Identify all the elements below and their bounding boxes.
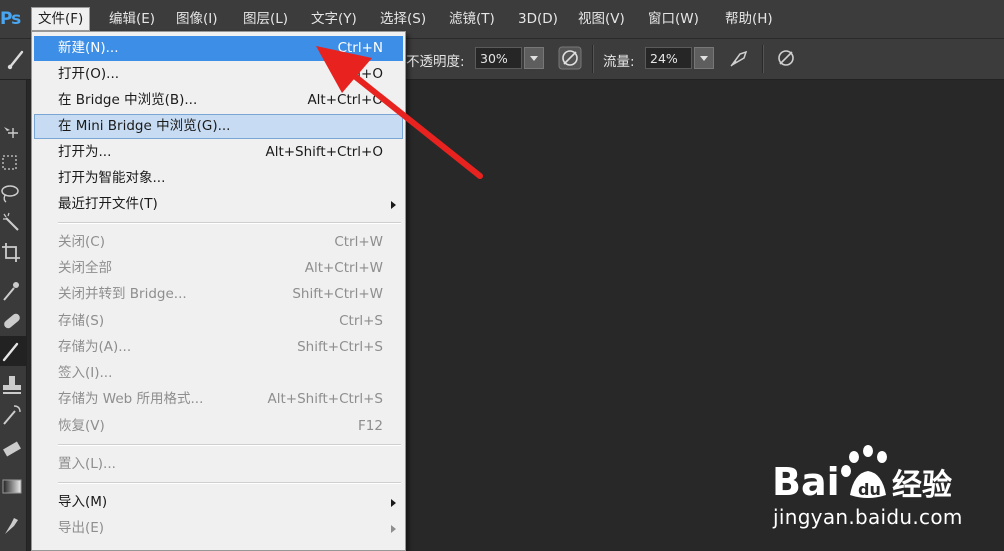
menu-item-new[interactable]: 新建(N)... Ctrl+N [34, 36, 403, 61]
magic-wand-icon[interactable] [0, 208, 26, 238]
submenu-arrow-icon [391, 201, 396, 209]
menu-window[interactable]: 窗口(W) [642, 7, 705, 31]
menu-select[interactable]: 选择(S) [374, 7, 432, 31]
menu-item-shortcut: Ctrl+W [334, 234, 383, 250]
options-separator [592, 45, 594, 73]
lasso-tool-icon[interactable] [0, 178, 26, 208]
menu-item-shortcut: Ctrl+S [339, 313, 383, 329]
menu-filter[interactable]: 滤镜(T) [443, 7, 501, 31]
airbrush-icon[interactable] [728, 46, 752, 70]
healing-brush-icon[interactable] [0, 306, 26, 336]
pressure-opacity-icon[interactable] [558, 46, 582, 70]
menu-item-label: 在 Mini Bridge 中浏览(G)... [58, 118, 231, 134]
file-menu-dropdown: 新建(N)... Ctrl+N 打开(O)... Ctrl+O 在 Bridge… [31, 31, 406, 551]
menu-item-label: 打开为... [58, 144, 112, 160]
eyedropper-icon[interactable] [0, 276, 26, 306]
menu-file[interactable]: 文件(F) [31, 7, 91, 31]
menu-item-shortcut: Alt+Shift+Ctrl+S [267, 391, 384, 407]
opacity-label: 不透明度: [406, 54, 465, 70]
menu-item-revert[interactable]: 恢复(V) F12 [34, 414, 403, 439]
smudge-tool-icon[interactable] [0, 510, 26, 540]
menu-3d[interactable]: 3D(D) [512, 7, 564, 31]
menu-item-browse-mini-bridge[interactable]: 在 Mini Bridge 中浏览(G)... [34, 114, 403, 139]
menu-item-shortcut: Alt+Ctrl+W [304, 260, 383, 276]
menu-item-label: 置入(L)... [58, 456, 116, 472]
menu-item-label: 导入(M) [58, 494, 108, 510]
menu-type[interactable]: 文字(Y) [305, 7, 363, 31]
menu-item-shortcut: Alt+Ctrl+O [307, 92, 383, 108]
menu-item-label: 在 Bridge 中浏览(B)... [58, 92, 198, 108]
menu-separator [58, 222, 401, 224]
menu-item-close[interactable]: 关闭(C) Ctrl+W [34, 230, 403, 255]
menu-item-place[interactable]: 置入(L)... [34, 452, 403, 477]
gradient-tool-icon[interactable] [0, 472, 26, 502]
menu-item-save[interactable]: 存储(S) Ctrl+S [34, 309, 403, 334]
flow-field[interactable]: 24% [645, 47, 692, 69]
options-separator [762, 45, 764, 73]
menu-item-label: 存储为(A)... [58, 339, 132, 355]
submenu-arrow-icon [391, 525, 396, 533]
flow-dropdown-button[interactable] [694, 47, 714, 69]
menu-item-shortcut: Ctrl+O [337, 66, 383, 82]
menu-edit[interactable]: 编辑(E) [103, 7, 161, 31]
menu-item-shortcut: F12 [358, 418, 383, 434]
menu-item-shortcut: Shift+Ctrl+W [292, 286, 383, 302]
menu-layer[interactable]: 图层(L) [237, 7, 294, 31]
menu-item-save-for-web[interactable]: 存储为 Web 所用格式... Alt+Shift+Ctrl+S [34, 387, 403, 412]
flow-label: 流量: [603, 54, 635, 70]
menu-item-label: 最近打开文件(T) [58, 196, 158, 212]
history-brush-icon[interactable] [0, 400, 26, 430]
svg-text:du: du [858, 480, 881, 499]
menu-item-label: 关闭(C) [58, 234, 105, 250]
menu-item-label: 新建(N)... [58, 40, 119, 56]
marquee-tool-icon[interactable] [0, 148, 26, 178]
menu-view[interactable]: 视图(V) [572, 7, 631, 31]
menu-item-label: 关闭全部 [58, 260, 112, 276]
watermark-url: jingyan.baidu.com [773, 505, 963, 529]
clone-stamp-icon[interactable] [0, 370, 26, 400]
menu-item-shortcut: Shift+Ctrl+S [297, 339, 383, 355]
menu-image[interactable]: 图像(I) [170, 7, 224, 31]
menu-help[interactable]: 帮助(H) [719, 7, 779, 31]
menu-item-close-go-bridge[interactable]: 关闭并转到 Bridge... Shift+Ctrl+W [34, 282, 403, 307]
submenu-arrow-icon [391, 499, 396, 507]
menu-item-check-in[interactable]: 签入(I)... [34, 361, 403, 386]
menu-separator [58, 482, 401, 484]
menu-item-label: 关闭并转到 Bridge... [58, 286, 187, 302]
menu-item-open-as[interactable]: 打开为... Alt+Shift+Ctrl+O [34, 140, 403, 165]
menu-item-label: 打开为智能对象... [58, 170, 166, 186]
opacity-field[interactable]: 30% [475, 47, 522, 69]
crop-tool-icon[interactable] [0, 238, 26, 268]
menu-item-label: 打开(O)... [58, 66, 120, 82]
menu-item-label: 签入(I)... [58, 365, 113, 381]
menu-item-close-all[interactable]: 关闭全部 Alt+Ctrl+W [34, 256, 403, 281]
svg-text:Bai: Bai [772, 460, 840, 504]
menu-item-shortcut: Alt+Shift+Ctrl+O [265, 144, 383, 160]
menu-item-label: 存储为 Web 所用格式... [58, 391, 204, 407]
menu-item-open-as-smart-object[interactable]: 打开为智能对象... [34, 166, 403, 191]
menu-separator [58, 444, 401, 446]
menu-item-recent-files[interactable]: 最近打开文件(T) [34, 192, 403, 217]
move-tool-icon[interactable] [0, 118, 26, 148]
menu-item-open[interactable]: 打开(O)... Ctrl+O [34, 62, 403, 87]
menu-item-browse-bridge[interactable]: 在 Bridge 中浏览(B)... Alt+Ctrl+O [34, 88, 403, 113]
menu-item-export[interactable]: 导出(E) [34, 516, 403, 541]
brush-tool-icon[interactable] [6, 47, 28, 71]
toolbox [0, 80, 27, 551]
svg-text:经验: 经验 [892, 468, 952, 503]
menu-item-shortcut: Ctrl+N [337, 40, 383, 56]
menu-item-save-as[interactable]: 存储为(A)... Shift+Ctrl+S [34, 335, 403, 360]
menu-item-label: 存储(S) [58, 313, 105, 329]
menu-item-import[interactable]: 导入(M) [34, 490, 403, 515]
menu-item-label: 导出(E) [58, 520, 105, 536]
photoshop-logo: Ps [0, 9, 21, 29]
eraser-icon[interactable] [0, 434, 26, 464]
opacity-dropdown-button[interactable] [524, 47, 544, 69]
pressure-size-icon[interactable] [774, 46, 798, 70]
menu-item-label: 恢复(V) [58, 418, 105, 434]
brush-tool-icon[interactable] [0, 336, 26, 366]
